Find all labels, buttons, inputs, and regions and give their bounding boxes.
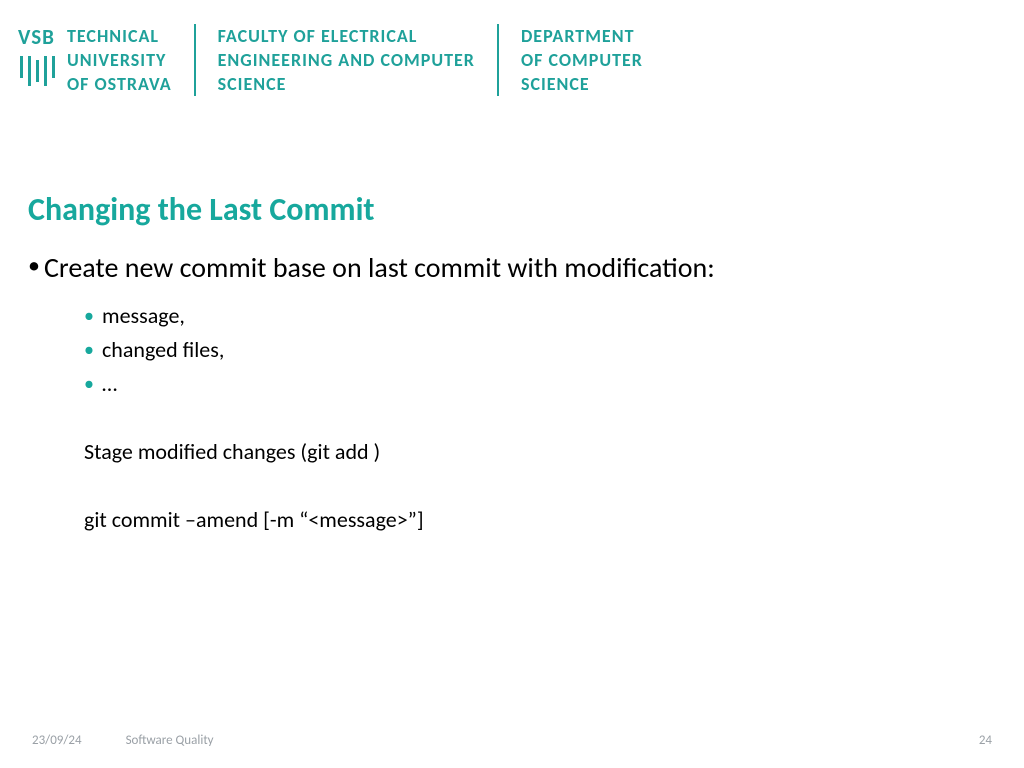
institution-header: VSB TECHNICAL UNIVERSITY OF OSTRAVA FACU…: [18, 24, 665, 96]
footer-date: 23/09/24: [32, 733, 82, 748]
body-line: Stage modified changes (git add ): [84, 435, 984, 469]
department-name: DEPARTMENT OF COMPUTER SCIENCE: [497, 24, 665, 96]
university-name: TECHNICAL UNIVERSITY OF OSTRAVA: [67, 24, 172, 96]
vsb-bars-icon: [20, 56, 55, 86]
sub-bullet: changed files,: [84, 333, 984, 367]
sub-bullet-list: message, changed files, …: [84, 299, 984, 401]
vsb-mark: VSB: [18, 24, 55, 86]
slide-title: Changing the Last Commit: [28, 190, 375, 229]
sub-bullet: …: [84, 367, 984, 401]
footer-page-number: 24: [979, 733, 992, 748]
main-bullet: Create new commit base on last commit wi…: [28, 250, 984, 285]
slide-body: Create new commit base on last commit wi…: [28, 250, 984, 537]
faculty-name: FACULTY OF ELECTRICAL ENGINEERING AND CO…: [194, 24, 497, 96]
sub-bullet: message,: [84, 299, 984, 333]
vsb-text: VSB: [18, 24, 55, 50]
logo-vsb-university: VSB TECHNICAL UNIVERSITY OF OSTRAVA: [18, 24, 194, 96]
body-line: git commit –amend [-m “<message>”]: [84, 503, 984, 537]
footer-course: Software Quality: [126, 733, 214, 748]
slide-footer: 23/09/24 Software Quality 24: [0, 733, 1024, 748]
